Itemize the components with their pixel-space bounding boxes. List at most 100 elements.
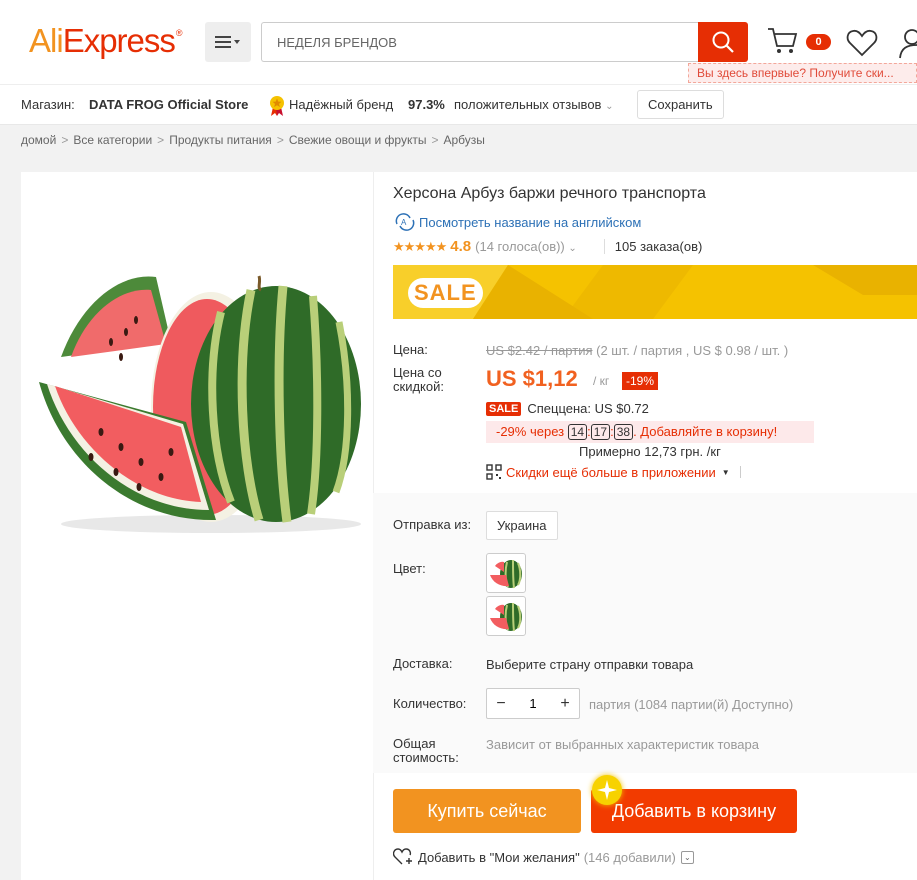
timer-word: через xyxy=(529,424,565,439)
quantity-decrease-button[interactable]: − xyxy=(487,689,515,718)
store-name-link[interactable]: DATA FROG Official Store xyxy=(89,97,248,112)
quantity-label: Количество: xyxy=(393,696,467,711)
account-button[interactable] xyxy=(898,26,917,63)
breadcrumb: домой > Все категории > Продукты питания > Све… xyxy=(21,133,485,147)
rating-stars-icon: ★★★★★ xyxy=(393,238,447,254)
breadcrumb-separator: > xyxy=(431,133,439,147)
logo-express: Express xyxy=(62,22,176,59)
breadcrumb-home[interactable]: домой xyxy=(21,133,56,147)
logo-trademark: ® xyxy=(175,28,183,38)
quantity-stepper: − + xyxy=(486,688,580,719)
price-unit: / кг xyxy=(593,374,610,388)
english-link-label: Посмотреть название на английском xyxy=(419,214,642,230)
view-english-title-link[interactable]: A Посмотреть название на английском xyxy=(393,213,641,231)
positive-feedback-label: положительных отзывов xyxy=(454,97,602,112)
app-discount-label: Скидки ещё больше в приложении xyxy=(506,464,716,480)
chevron-down-icon: ⌄ xyxy=(605,101,614,112)
heart-icon xyxy=(846,29,878,57)
wishlist-label: Добавить в "Мои желания" xyxy=(418,849,580,865)
quantity-available-note: партия (1084 партии(й) Доступно) xyxy=(589,697,794,712)
save-store-button[interactable]: Сохранить xyxy=(637,90,724,119)
color-label: Цвет: xyxy=(393,561,426,576)
timer-action-text: . Добавляйте в корзину! xyxy=(633,424,778,439)
wishlist-count: (146 добавили) xyxy=(583,849,676,865)
breadcrumb-separator: > xyxy=(157,133,165,147)
countdown-timer-bar: -29% через 14:17:38. Добавляйте в корзин… xyxy=(486,421,814,443)
chevron-down-icon[interactable]: ⌄ xyxy=(680,850,694,864)
product-image-panel xyxy=(21,172,373,880)
approx-local-price: Примерно 12,73 грн. /кг xyxy=(579,444,721,459)
breadcrumb-fresh-produce[interactable]: Свежие овощи и фрукты xyxy=(289,133,427,147)
sale-tag-badge: SALE xyxy=(486,401,522,416)
ship-from-option-ukraine[interactable]: Украина xyxy=(486,511,558,540)
menu-icon xyxy=(215,36,240,48)
trusted-brand-label: Надёжный бренд xyxy=(289,97,394,112)
positive-feedback-dropdown[interactable]: положительных отзывов ⌄ xyxy=(454,97,613,112)
color-swatch-1[interactable] xyxy=(486,553,526,593)
categories-menu-button[interactable] xyxy=(205,22,251,62)
votes-count: (14 голоса(ов)) xyxy=(475,239,565,254)
app-discount-link[interactable]: Скидки ещё больше в приложении ▼ xyxy=(486,464,741,480)
sparkle-icon xyxy=(592,775,622,805)
rating-row: ★★★★★ 4.8 (14 голоса(ов)) ⌄ 105 заказа(о… xyxy=(393,238,702,255)
quantity-increase-button[interactable]: + xyxy=(551,689,579,718)
original-price: US $2.42 / партия (2 шт. / партия , US $… xyxy=(486,343,788,358)
chevron-down-icon: ⌄ xyxy=(568,243,577,254)
sale-banner: SALE xyxy=(393,265,917,319)
rating-value: 4.8 xyxy=(450,238,472,255)
color-swatch-2[interactable] xyxy=(486,596,526,636)
votes-count-dropdown[interactable]: (14 голоса(ов)) ⌄ xyxy=(475,239,577,254)
search-icon xyxy=(712,31,734,53)
breadcrumb-watermelons[interactable]: Арбузы xyxy=(443,133,484,147)
original-price-note: (2 шт. / партия , US $ 0.98 / шт. ) xyxy=(596,343,789,358)
watermelon-thumbnail xyxy=(490,602,522,632)
breadcrumb-separator: > xyxy=(61,133,69,147)
wishlist-button[interactable] xyxy=(846,28,878,61)
buy-now-button[interactable]: Купить сейчас xyxy=(393,789,581,833)
timer-seconds: 38 xyxy=(613,424,634,440)
cart-button[interactable] xyxy=(766,26,800,59)
options-section xyxy=(373,493,917,773)
total-value: Зависит от выбранных характеристик товар… xyxy=(486,737,759,752)
delivery-label: Доставка: xyxy=(393,656,453,671)
positive-feedback-percent: 97.3% xyxy=(408,97,445,112)
timer-discount: -29% xyxy=(496,424,527,439)
sale-banner-label: SALE xyxy=(408,278,483,308)
product-title: Херсона Арбуз баржи речного транспорта xyxy=(393,185,706,202)
quantity-input[interactable] xyxy=(515,696,551,711)
special-price-row: SALE Спеццена: US $0.72 xyxy=(486,401,649,416)
trusted-brand-medal-icon xyxy=(268,95,286,120)
divider xyxy=(739,466,741,478)
original-price-value: US $2.42 / партия xyxy=(486,343,593,358)
heart-plus-icon xyxy=(393,848,412,865)
first-visit-tooltip[interactable]: Вы здесь впервые? Получите ски... xyxy=(688,63,917,83)
current-price: US $1,12 xyxy=(486,366,578,391)
timer-minutes: 17 xyxy=(590,424,611,440)
search-button[interactable] xyxy=(698,22,748,62)
logo-ali: Ali xyxy=(29,22,64,59)
user-icon xyxy=(899,29,917,59)
search-input[interactable] xyxy=(261,22,699,62)
breadcrumb-separator: > xyxy=(276,133,284,147)
add-to-wishlist-link[interactable]: Добавить в "Мои желания" (146 добавили) … xyxy=(393,848,694,866)
delivery-value: Выберите страну отправки товара xyxy=(486,657,694,672)
total-label: Общая стоимость: xyxy=(393,736,459,765)
product-image-watermelon[interactable] xyxy=(21,172,373,602)
discount-price-label: Цена со скидкой: xyxy=(393,365,444,394)
watermelon-thumbnail xyxy=(490,559,522,589)
cart-count-badge: 0 xyxy=(806,34,831,50)
breadcrumb-food[interactable]: Продукты питания xyxy=(169,133,272,147)
cart-icon xyxy=(768,28,798,53)
orders-count: 105 заказа(ов) xyxy=(603,239,702,254)
timer-hours: 14 xyxy=(567,424,588,440)
store-label: Магазин: xyxy=(21,97,75,112)
translate-icon: A xyxy=(395,213,415,231)
svg-text:A: A xyxy=(401,218,407,227)
discount-badge: -19% xyxy=(622,372,659,390)
price-label: Цена: xyxy=(393,342,428,357)
aliexpress-logo[interactable]: AliExpress® xyxy=(29,22,183,60)
store-bar: Магазин: DATA FROG Official Store Надёжн… xyxy=(0,84,917,125)
breadcrumb-all-categories[interactable]: Все категории xyxy=(73,133,152,147)
caret-down-icon: ▼ xyxy=(721,467,730,477)
qr-code-icon xyxy=(486,464,502,480)
